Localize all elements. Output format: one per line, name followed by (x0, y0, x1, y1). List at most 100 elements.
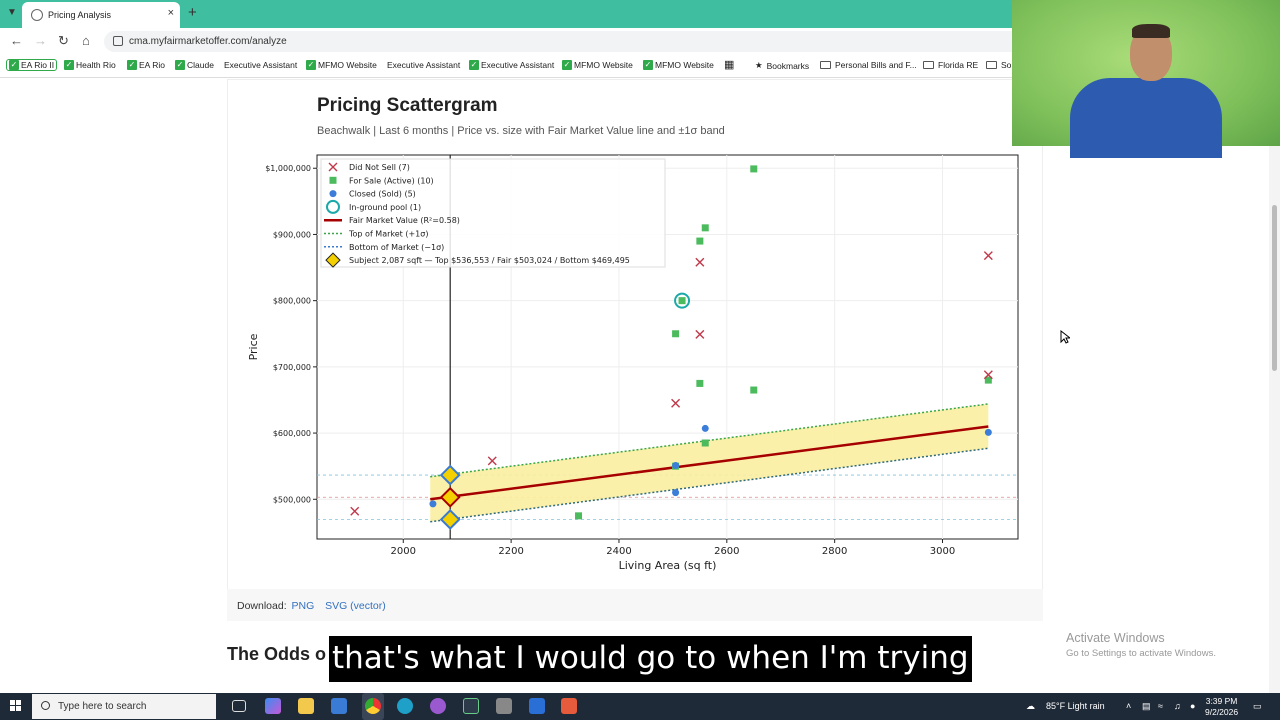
check-icon: ✓ (9, 60, 19, 70)
network-icon[interactable]: ▤ (1142, 701, 1151, 712)
forward-icon[interactable]: → (34, 33, 47, 48)
microphone-icon[interactable]: ● (1190, 701, 1195, 711)
page-content: Pricing Scattergram Beachwalk | Last 6 m… (0, 79, 1280, 693)
for-sale-point (750, 386, 758, 394)
apps-grid-icon[interactable]: ▦ (724, 58, 734, 71)
y-tick-label: $700,000 (273, 363, 311, 372)
download-row: Download: PNG SVG (vector) (227, 589, 1043, 621)
bookmark-mfmo-website[interactable]: ✓ MFMO Website (306, 60, 377, 70)
weather-icon[interactable]: ☁ (1026, 701, 1035, 712)
home-icon[interactable]: ⌂ (82, 33, 90, 48)
for-sale-point (575, 512, 583, 520)
copilot-icon[interactable] (265, 698, 281, 714)
mouse-cursor-icon (1060, 330, 1070, 344)
x-tick-label: 2000 (391, 546, 416, 557)
powershell-icon[interactable] (529, 698, 545, 714)
reload-icon[interactable]: ↻ (58, 33, 69, 49)
bookmark-claude[interactable]: ✓ Claude (175, 60, 214, 70)
check-icon: ✓ (64, 60, 74, 70)
url-text: cma.myfairmarketoffer.com/analyze (129, 36, 287, 47)
bookmark-folder-personal-bills[interactable]: Personal Bills and F... (820, 60, 917, 70)
download-svg-link[interactable]: SVG (vector) (325, 600, 386, 612)
legend-entry: Subject 2,087 sqft — Top $536,553 / Fair… (349, 256, 630, 265)
bookmark-health-rio[interactable]: ✓ Health Rio (64, 60, 116, 70)
check-icon: ✓ (469, 60, 479, 70)
tab-pricing-analysis[interactable]: Pricing Analysis × (22, 2, 180, 28)
new-tab-icon[interactable]: + (188, 4, 197, 21)
app-icon[interactable] (430, 698, 446, 714)
weather-text[interactable]: 85°F Light rain (1046, 701, 1105, 711)
x-tick-label: 3000 (930, 546, 955, 557)
notifications-icon[interactable]: ▭ (1253, 701, 1262, 712)
presenter-body (1070, 78, 1222, 158)
check-icon: ✓ (175, 60, 185, 70)
check-icon: ✓ (562, 60, 572, 70)
x-axis-label: Living Area (sq ft) (619, 559, 717, 572)
for-sale-point (672, 330, 680, 338)
chrome-icon[interactable] (365, 698, 381, 714)
legend-entry: Closed (Sold) (5) (349, 190, 416, 199)
video-caption: that's what I would go to when I'm tryin… (329, 636, 972, 682)
edge-icon[interactable] (397, 698, 413, 714)
for-sale-point (701, 439, 709, 447)
taskbar-search-box[interactable]: Type here to search (32, 694, 216, 719)
legend-entry: In-ground pool (1) (349, 203, 421, 212)
folder-icon (986, 61, 997, 69)
activate-windows-watermark: Activate Windows Go to Settings to activ… (1066, 631, 1216, 659)
tab-list-chevron-icon[interactable]: ▼ (7, 7, 17, 18)
check-icon: ✓ (127, 60, 137, 70)
bookmark-ea-rio-ii[interactable]: ✓ EA Rio II (6, 59, 58, 71)
legend-entry: Did Not Sell (7) (349, 163, 410, 172)
taskbar-clock[interactable]: 3:39 PM 9/2/2026 (1205, 696, 1238, 718)
bookmark-ea-rio[interactable]: ✓ EA Rio (127, 60, 165, 70)
back-icon[interactable]: ← (10, 33, 23, 48)
tray-chevron-icon[interactable]: ˄ (1126, 701, 1131, 711)
bookmark-folder-florida-re[interactable]: Florida RE (923, 60, 978, 70)
closed-point (984, 428, 992, 436)
terminal-icon[interactable] (463, 698, 479, 714)
wifi-icon[interactable]: ≈ (1158, 701, 1163, 711)
site-info-icon[interactable] (113, 36, 123, 46)
bookmark-folder-so[interactable]: So (986, 60, 1011, 70)
windows-start-icon[interactable] (10, 700, 22, 712)
volume-icon[interactable]: ♫ (1174, 701, 1181, 711)
task-view-icon[interactable] (232, 700, 246, 712)
closed-point (672, 489, 680, 497)
bookmarks-folder[interactable]: ★ Bookmarks (755, 60, 809, 71)
download-png-link[interactable]: PNG (292, 600, 315, 612)
for-sale-point (678, 297, 686, 305)
x-tick-label: 2800 (822, 546, 847, 557)
legend-entry: Fair Market Value (R²=0.58) (349, 216, 460, 225)
x-tick-label: 2600 (714, 546, 739, 557)
file-explorer-icon[interactable] (298, 698, 314, 714)
y-tick-label: $800,000 (273, 297, 311, 306)
store-icon[interactable] (331, 698, 347, 714)
section-heading-odds: The Odds o (227, 644, 326, 664)
closed-point (429, 500, 437, 508)
bookmark-executive-assistant[interactable]: Executive Assistant (387, 60, 460, 70)
x-tick-label: 2200 (498, 546, 523, 557)
search-icon (41, 701, 50, 710)
check-icon: ✓ (306, 60, 316, 70)
for-sale-point (750, 165, 758, 173)
page-scrollbar[interactable] (1269, 79, 1280, 693)
check-icon: ✓ (643, 60, 653, 70)
bookmark-executive-assistant[interactable]: ✓ Executive Assistant (469, 60, 554, 70)
legend-entry: Bottom of Market (−1σ) (349, 243, 444, 252)
bookmark-mfmo-website[interactable]: ✓ MFMO Website (562, 60, 633, 70)
search-placeholder: Type here to search (58, 701, 147, 712)
y-tick-label: $1,000,000 (265, 164, 311, 173)
calculator-icon[interactable] (496, 698, 512, 714)
bookmark-executive-assistant[interactable]: Executive Assistant (224, 60, 297, 70)
bookmark-mfmo-website[interactable]: ✓ MFMO Website (643, 60, 714, 70)
legend-entry: For Sale (Active) (10) (349, 176, 434, 185)
star-icon: ★ (755, 60, 763, 70)
x-tick-label: 2400 (606, 546, 631, 557)
presenter-hair (1132, 24, 1170, 38)
snip-icon[interactable] (561, 698, 577, 714)
tab-title: Pricing Analysis (48, 10, 112, 20)
legend-marker-closed (329, 190, 337, 198)
close-tab-icon[interactable]: × (168, 7, 174, 19)
scrollbar-thumb[interactable] (1272, 205, 1277, 371)
for-sale-point (701, 224, 709, 232)
